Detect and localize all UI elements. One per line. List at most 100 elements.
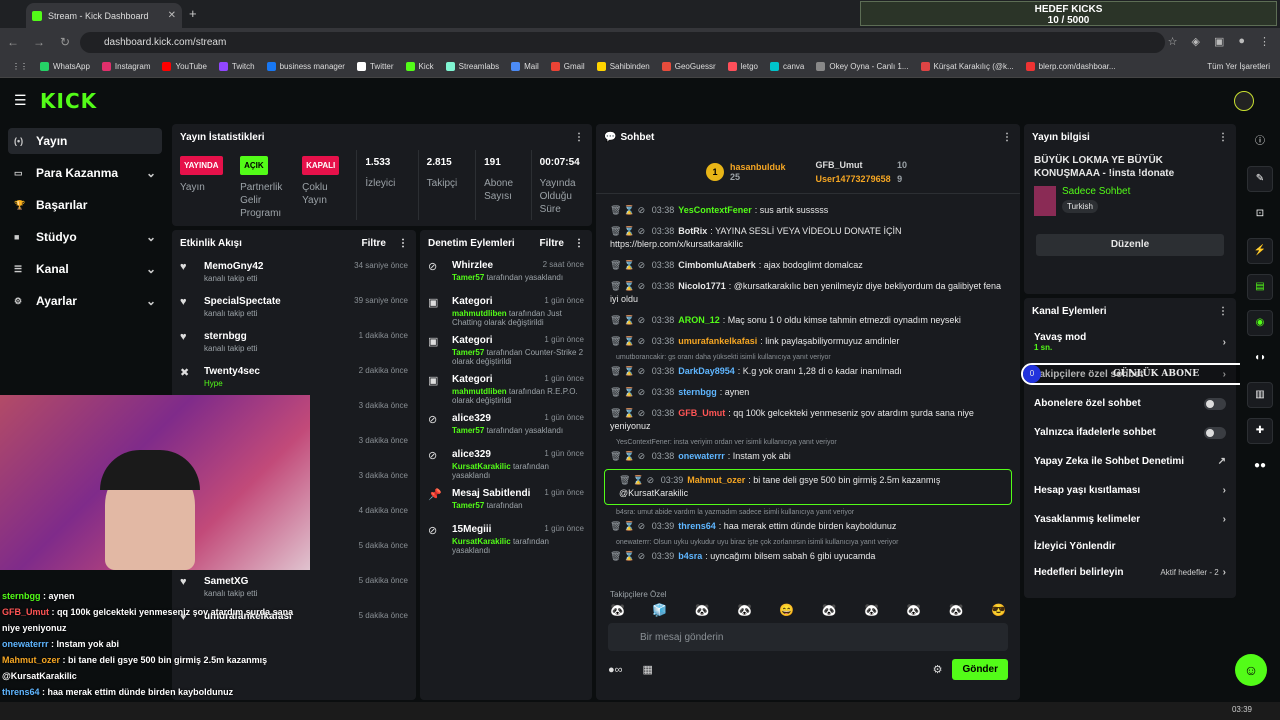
more-icon[interactable]: ⋮ [574,132,584,143]
new-tab-button[interactable]: + [189,6,197,21]
emote-icon[interactable]: 🐼 [610,603,625,617]
store-icon[interactable]: ▥ [1247,382,1273,408]
sidebar-item-settings[interactable]: ⚙ Ayarlar ⌄ [8,288,162,314]
tag-pill[interactable]: Turkish [1062,200,1098,213]
mod-tools-icon[interactable]: 🗑 ⌛ ⊘ [619,475,657,485]
mod-actor[interactable]: Tamer57 [452,501,484,510]
mod-tools-icon[interactable]: 🗑 ⌛ ⊘ [610,336,648,346]
bookmark-item[interactable]: Twitch [218,62,255,71]
hamburger-icon[interactable]: ☰ [14,92,27,109]
audio-icon[interactable]: ◖◗ [1247,346,1273,372]
emote-icon[interactable]: 🐼 [864,603,879,617]
mod-tools-icon[interactable]: 🗑 ⌛ ⊘ [610,226,648,236]
points-icon[interactable]: ●∞ [608,664,623,676]
chat-username[interactable]: BotRix [678,226,707,236]
bookmark-item[interactable]: YouTube [162,62,207,71]
mod-tools-icon[interactable]: 🗑 ⌛ ⊘ [610,451,648,461]
crop-icon[interactable]: ⊡ [1247,202,1273,228]
bookmark-item[interactable]: Okey Oyna - Canlı 1... [816,62,909,71]
sidebar-item-money[interactable]: ▭ Para Kazanma ⌄ [8,160,162,186]
mod-tools-icon[interactable]: 🗑 ⌛ ⊘ [610,205,648,215]
chat-username[interactable]: CimbomluAtaberk [678,260,756,270]
bookmark-item[interactable]: Kürşat Karakılıç (@k... [920,62,1014,71]
emote-icon[interactable]: 😄 [779,603,794,617]
banned-words-row[interactable]: Yasaklanmış kelimeler › [1024,505,1236,534]
bookmark-item[interactable]: blerp.com/dashboar... [1025,62,1116,71]
kick-logo[interactable]: KICK [40,89,97,113]
chat-username[interactable]: DarkDay8954 [678,366,735,376]
emote-icon[interactable]: 🧊 [652,603,667,617]
bookmark-item[interactable]: Mail [511,62,539,71]
bookmark-item[interactable]: Instagram [101,62,150,71]
sidebar-item-broadcast[interactable]: (•) Yayın [8,128,162,154]
bookmark-item[interactable]: Twitter [356,62,394,71]
chat-settings-icon[interactable]: ⚙ [933,663,943,676]
back-icon[interactable]: ← [0,35,26,49]
shield-icon[interactable]: ◈ [1191,35,1199,48]
url-input[interactable]: dashboard.kick.com/stream [80,32,1165,53]
close-tab-icon[interactable]: ✕ [168,10,176,21]
ai-moderation-row[interactable]: Yapay Zeka ile Sohbet Denetimi ↗ [1024,447,1236,476]
multistream-badge[interactable]: KAPALI [302,156,340,175]
mod-actor[interactable]: KursatKarakilic [452,537,511,546]
mod-tools-icon[interactable]: 🗑 ⌛ ⊘ [610,281,648,291]
chat-username[interactable]: sternbgg [678,387,717,397]
apps-icon[interactable]: ⋮⋮ [12,62,28,71]
more-icon[interactable]: ⋮ [574,238,584,249]
extensions-icon[interactable]: ▣ [1214,35,1224,48]
support-chat-icon[interactable]: ☺ [1235,654,1267,686]
chat-username[interactable]: GFB_Umut [678,408,725,418]
bookmark-item[interactable]: WhatsApp [40,62,90,71]
send-button[interactable]: Gönder [952,659,1008,680]
goals-row[interactable]: Hedefleri belirleyin Aktif hedefler - 2 › [1024,558,1236,587]
category-name[interactable]: Sadece Sohbet [1062,186,1130,197]
emote-icon[interactable]: 😎 [991,603,1006,617]
shop-icon[interactable]: ▦ [643,663,653,676]
profile-icon[interactable]: ● [1238,35,1245,48]
info-icon[interactable]: ⓘ [1247,130,1273,156]
chat-username[interactable]: umurafankelkafasi [678,336,757,346]
mod-tools-icon[interactable]: 🗑 ⌛ ⊘ [610,366,648,376]
edit-icon[interactable]: ✎ [1247,166,1273,192]
sidebar-item-channel[interactable]: ☰ Kanal ⌄ [8,256,162,282]
partner-badge[interactable]: AÇIK [240,156,268,175]
mod-actor[interactable]: mahmutdliben [452,387,507,396]
mod-actor[interactable]: Tamer57 [452,273,484,282]
bookmark-item[interactable]: letgo [727,62,758,71]
emote-icon[interactable]: 🐼 [737,603,752,617]
chat-username[interactable]: Nicolo1771 [678,281,726,291]
forward-icon[interactable]: → [26,35,52,49]
slow-mode-row[interactable]: Yavaş mod 1 sn. › [1024,324,1236,360]
mod-tools-icon[interactable]: 🗑 ⌛ ⊘ [610,408,648,418]
raid-row[interactable]: İzleyici Yönlendir [1024,534,1236,558]
bookmark-item[interactable]: Kick [405,62,434,71]
chat-username[interactable]: ARON_12 [678,315,720,325]
star-icon[interactable]: ☆ [1168,35,1178,48]
events-filter-button[interactable]: Filtre [362,238,386,249]
emote-icon[interactable]: 🐼 [949,603,964,617]
mod-actor[interactable]: Tamer57 [452,426,484,435]
chat-input[interactable]: Bir mesaj gönderin [608,623,1008,651]
more-icon[interactable]: ⋮ [1002,132,1012,143]
group-icon[interactable]: ●● [1247,454,1273,480]
mod-actor[interactable]: Tamer57 [452,348,484,357]
subs-only-row[interactable]: Abonelere özel sohbet [1024,389,1236,418]
account-age-row[interactable]: Hesap yaşı kısıtlaması › [1024,476,1236,505]
mod-actor[interactable]: KursatKarakilic [452,462,511,471]
bookmark-item[interactable]: canva [770,62,804,71]
more-icon[interactable]: ⋮ [398,238,408,249]
wrench-icon[interactable]: ✚ [1247,418,1273,444]
emote-icon[interactable]: 🐼 [695,603,710,617]
chat-username[interactable]: Mahmut_ozer [687,475,745,485]
clipboard-icon[interactable]: ▤ [1247,274,1273,300]
chat-username[interactable]: threns64 [678,521,716,531]
bookmark-item[interactable]: business manager [266,62,345,71]
emote-icon[interactable]: 🐼 [822,603,837,617]
emote-only-row[interactable]: Yalnızca ifadelerle sohbet [1024,418,1236,447]
other-bookmarks[interactable]: Tüm Yer İşaretleri [1207,62,1270,71]
mod-filter-button[interactable]: Filtre [540,238,564,249]
sidebar-item-studio[interactable]: ■ Stüdyo ⌄ [8,224,162,250]
bookmark-item[interactable]: Gmail [550,62,585,71]
bookmark-item[interactable]: Streamlabs [445,62,499,71]
reload-icon[interactable]: ↻ [52,35,78,49]
